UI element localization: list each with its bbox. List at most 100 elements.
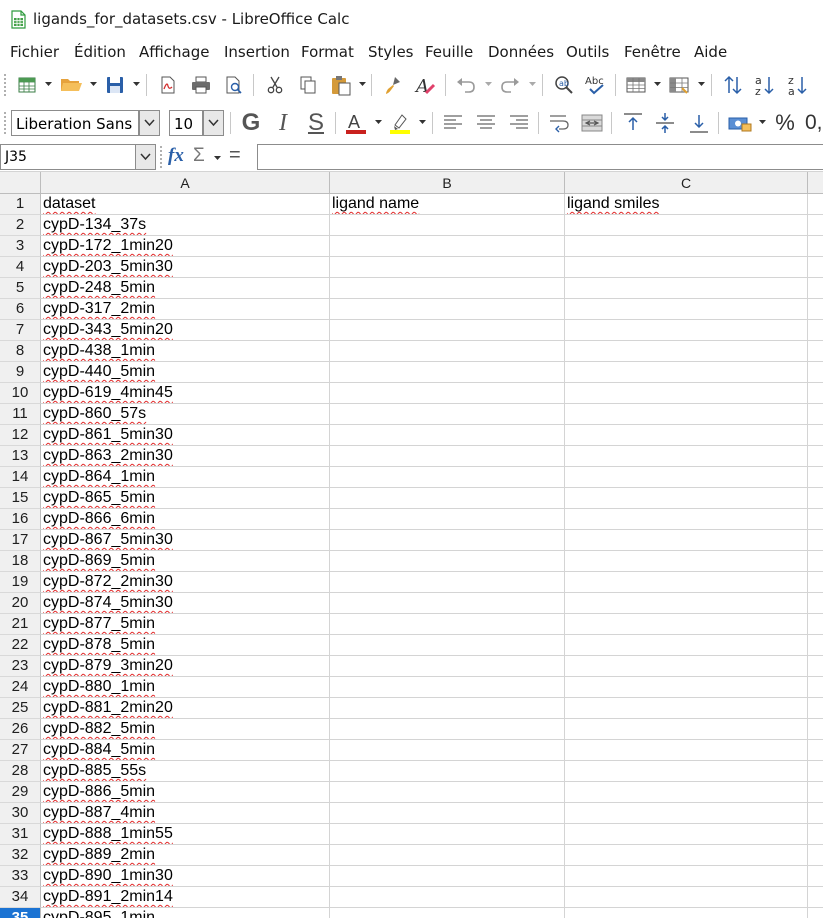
cell-c[interactable] <box>565 908 808 918</box>
chevron-down-icon[interactable] <box>528 79 537 89</box>
row-button[interactable] <box>621 70 651 100</box>
sort-button[interactable] <box>718 70 748 100</box>
cell-c[interactable] <box>565 782 808 803</box>
cell-d[interactable] <box>808 740 823 761</box>
row-header[interactable]: 3 <box>0 236 41 257</box>
cell-b[interactable] <box>330 446 565 467</box>
menu-4[interactable]: Format <box>301 43 354 61</box>
row-header[interactable]: 27 <box>0 740 41 761</box>
cell-d[interactable] <box>808 194 823 215</box>
function-wizard-button[interactable]: fx <box>168 145 184 167</box>
menu-5[interactable]: Styles <box>368 43 414 61</box>
cell-b[interactable] <box>330 698 565 719</box>
row-header[interactable]: 24 <box>0 677 41 698</box>
cell-c[interactable] <box>565 551 808 572</box>
cell-d[interactable] <box>808 866 823 887</box>
cell-c[interactable] <box>565 467 808 488</box>
cell-c[interactable] <box>565 887 808 908</box>
cell-a[interactable]: cypD-865_5min <box>41 488 330 509</box>
row-header[interactable]: 21 <box>0 614 41 635</box>
column-header-a[interactable]: A <box>41 172 330 194</box>
cell-b[interactable] <box>330 362 565 383</box>
cell-d[interactable] <box>808 530 823 551</box>
menu-3[interactable]: Insertion <box>224 43 290 61</box>
cell-c[interactable] <box>565 845 808 866</box>
row-header[interactable]: 26 <box>0 719 41 740</box>
cell-d[interactable] <box>808 677 823 698</box>
cell-d[interactable] <box>808 803 823 824</box>
chevron-down-icon[interactable] <box>358 79 367 89</box>
cell-d[interactable] <box>808 824 823 845</box>
undo-button[interactable] <box>451 70 481 100</box>
cell-c[interactable] <box>565 677 808 698</box>
row-header[interactable]: 11 <box>0 404 41 425</box>
cell-b[interactable] <box>330 488 565 509</box>
find-replace-button[interactable]: ab <box>549 70 579 100</box>
cell-d[interactable] <box>808 446 823 467</box>
cell-b[interactable] <box>330 656 565 677</box>
cell-b[interactable] <box>330 803 565 824</box>
font-name-dropdown[interactable] <box>139 110 160 136</box>
cell-d[interactable] <box>808 572 823 593</box>
cell-c[interactable] <box>565 341 808 362</box>
cell-c[interactable] <box>565 425 808 446</box>
align-left-button[interactable] <box>438 108 468 138</box>
cell-b[interactable] <box>330 278 565 299</box>
cell-b[interactable] <box>330 425 565 446</box>
align-top-button[interactable] <box>618 108 648 138</box>
cell-c[interactable] <box>565 257 808 278</box>
wrap-text-button[interactable] <box>545 108 575 138</box>
percent-format-button[interactable]: % <box>770 108 800 138</box>
cell-c[interactable] <box>565 761 808 782</box>
bold-button[interactable]: G <box>236 108 266 138</box>
clear-formatting-button[interactable]: A <box>410 70 440 100</box>
cell-d[interactable] <box>808 635 823 656</box>
cell-a[interactable]: cypD-317_2min <box>41 299 330 320</box>
chevron-down-icon[interactable] <box>758 117 767 127</box>
cell-d[interactable] <box>808 383 823 404</box>
cell-a[interactable]: cypD-874_5min30 <box>41 593 330 614</box>
font-size-dropdown[interactable] <box>203 110 224 136</box>
cell-d[interactable] <box>808 257 823 278</box>
cell-d[interactable] <box>808 488 823 509</box>
menu-8[interactable]: Outils <box>566 43 609 61</box>
row-header[interactable]: 34 <box>0 887 41 908</box>
print-button[interactable] <box>186 70 216 100</box>
cell-d[interactable] <box>808 341 823 362</box>
cell-a[interactable]: cypD-887_4min <box>41 803 330 824</box>
menu-10[interactable]: Aide <box>694 43 727 61</box>
cell-d[interactable] <box>808 845 823 866</box>
chevron-down-icon[interactable] <box>418 117 427 127</box>
cell-b[interactable]: ligand name <box>330 194 565 215</box>
cell-b[interactable] <box>330 341 565 362</box>
cell-b[interactable] <box>330 215 565 236</box>
row-header[interactable]: 30 <box>0 803 41 824</box>
open-button[interactable] <box>56 70 86 100</box>
row-header[interactable]: 7 <box>0 320 41 341</box>
chevron-down-icon[interactable] <box>697 79 706 89</box>
cell-a[interactable]: cypD-879_3min20 <box>41 656 330 677</box>
cell-d[interactable] <box>808 362 823 383</box>
chevron-down-icon[interactable] <box>653 79 662 89</box>
number-format-button[interactable]: 0,0 <box>805 108 823 138</box>
cell-a[interactable]: cypD-888_1min55 <box>41 824 330 845</box>
menu-9[interactable]: Fenêtre <box>624 43 681 61</box>
cell-a[interactable]: cypD-878_5min <box>41 635 330 656</box>
row-header[interactable]: 32 <box>0 845 41 866</box>
cell-d[interactable] <box>808 761 823 782</box>
row-header[interactable]: 16 <box>0 509 41 530</box>
cell-b[interactable] <box>330 782 565 803</box>
menu-7[interactable]: Données <box>488 43 554 61</box>
cell-c[interactable] <box>565 383 808 404</box>
cell-b[interactable] <box>330 572 565 593</box>
cell-c[interactable]: ligand smiles <box>565 194 808 215</box>
print-preview-button[interactable] <box>219 70 249 100</box>
row-header[interactable]: 2 <box>0 215 41 236</box>
spellcheck-button[interactable]: Abc <box>581 70 611 100</box>
cell-c[interactable] <box>565 656 808 677</box>
menu-0[interactable]: Fichier <box>10 43 59 61</box>
cell-c[interactable] <box>565 530 808 551</box>
row-header[interactable]: 31 <box>0 824 41 845</box>
row-header[interactable]: 19 <box>0 572 41 593</box>
cell-b[interactable] <box>330 824 565 845</box>
